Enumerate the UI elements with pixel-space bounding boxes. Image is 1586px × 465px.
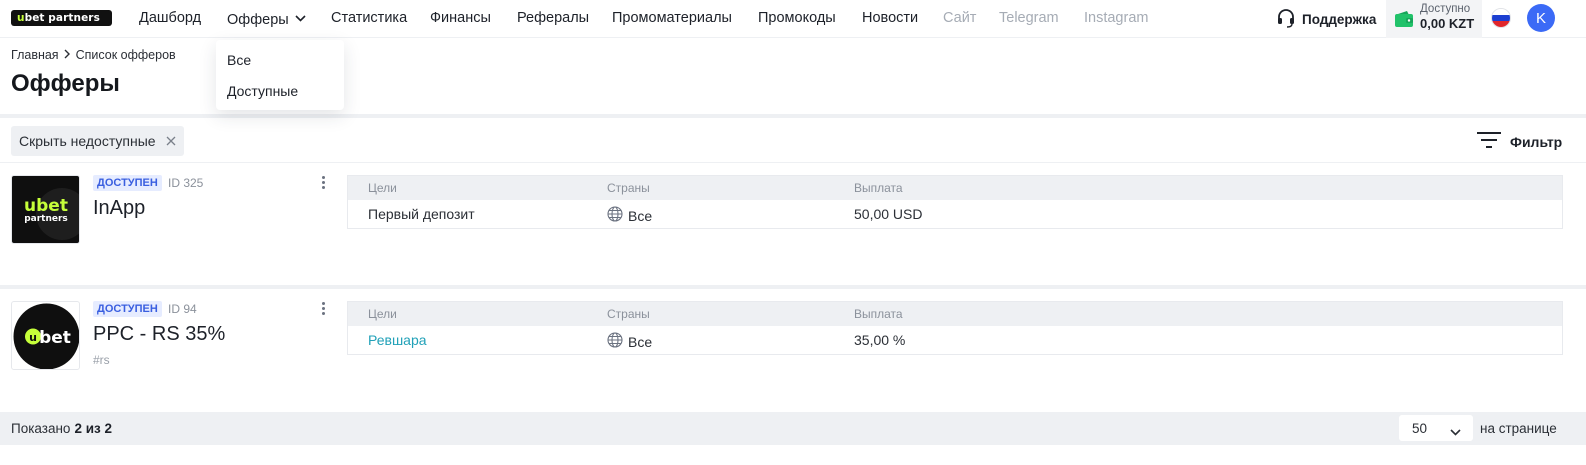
filter-button[interactable]: Фильтр: [1476, 130, 1562, 153]
offer-logo-ubet-partners[interactable]: ubet partners: [11, 175, 80, 244]
breadcrumb-home[interactable]: Главная: [11, 48, 59, 62]
logo-u: u: [17, 12, 25, 24]
offer-logo-text: bet: [39, 328, 71, 348]
support-button[interactable]: Поддержка: [1276, 8, 1376, 31]
globe-icon: [607, 206, 623, 225]
goal-cell: Первый депозит: [368, 206, 475, 222]
wallet-amount: 0,00 KZT: [1420, 16, 1475, 31]
user-avatar[interactable]: K: [1527, 4, 1555, 32]
page-title: Офферы: [11, 70, 120, 97]
top-navigation: u bet partners Дашборд Офферы Статистика …: [0, 0, 1586, 38]
headset-icon: [1276, 8, 1296, 31]
chevron-right-icon: [64, 48, 71, 62]
svg-text:u: u: [29, 331, 37, 344]
divider: [0, 285, 1586, 289]
status-badge: ДОСТУПЕН: [93, 175, 162, 191]
goal-link[interactable]: Ревшара: [368, 332, 427, 348]
offer-id: ID 325: [168, 176, 204, 190]
column-header-payout: Выплата: [854, 181, 903, 195]
wallet-icon: [1394, 9, 1414, 32]
offer-name[interactable]: InApp: [93, 197, 145, 220]
nav-offers-label: Офферы: [227, 12, 289, 28]
country-value: Все: [628, 333, 653, 350]
offer-logo-text-bottom: partners: [24, 214, 68, 224]
divider: [0, 114, 1586, 118]
close-icon[interactable]: [166, 133, 176, 149]
wallet-balance[interactable]: Доступно 0,00 KZT: [1386, 0, 1482, 38]
column-header-countries: Страны: [607, 181, 650, 195]
country-cell: Все: [607, 206, 652, 225]
chevron-down-icon: [295, 10, 306, 26]
offers-dropdown-menu: Все Доступные: [216, 40, 344, 110]
nav-promo-codes[interactable]: Промокоды: [758, 10, 836, 26]
divider: [0, 162, 1586, 163]
shown-label: Показано: [11, 421, 71, 436]
shown-count: Показано 2 из 2: [11, 421, 112, 436]
filter-chip-hide-unavailable[interactable]: Скрыть недоступные: [11, 126, 184, 156]
wallet-label: Доступно: [1420, 3, 1471, 15]
menu-item-all[interactable]: Все: [227, 52, 251, 68]
column-header-payout: Выплата: [854, 307, 903, 321]
chevron-down-icon: [1450, 424, 1461, 439]
nav-dashboard[interactable]: Дашборд: [139, 10, 201, 26]
payout-cell: 35,00 %: [854, 332, 906, 348]
nav-news[interactable]: Новости: [862, 10, 918, 26]
filter-icon: [1476, 130, 1502, 153]
column-header-goals: Цели: [368, 181, 397, 195]
column-header-countries: Страны: [607, 307, 650, 321]
table-row: Ревшара Все 35,00 %: [348, 326, 1562, 354]
nav-finances[interactable]: Финансы: [430, 10, 491, 26]
goals-table-header: Цели Страны Выплата: [348, 176, 1562, 200]
offer-goals-table: Цели Страны Выплата Первый депозит Все 5…: [347, 175, 1563, 229]
per-page-label: на странице: [1480, 421, 1557, 436]
offer-logo-ubet[interactable]: u bet: [11, 301, 80, 370]
nav-promo-materials[interactable]: Промоматериалы: [612, 10, 732, 26]
per-page-value: 50: [1412, 420, 1428, 436]
nav-telegram[interactable]: Telegram: [999, 10, 1059, 26]
goals-table-header: Цели Страны Выплата: [348, 302, 1562, 326]
nav-offers[interactable]: Офферы: [227, 10, 306, 28]
payout-cell: 50,00 USD: [854, 206, 923, 222]
column-header-goals: Цели: [368, 307, 397, 321]
country-cell: Все: [607, 332, 652, 351]
offer-goals-table: Цели Страны Выплата Ревшара Все 35,00 %: [347, 301, 1563, 355]
more-options-icon[interactable]: [320, 302, 326, 316]
offer-logo-text-top: ubet: [24, 196, 68, 216]
filter-chip-label: Скрыть недоступные: [19, 133, 156, 149]
logo-text: bet partners: [24, 12, 100, 24]
pagination-bar: Показано 2 из 2 50 на странице: [0, 412, 1586, 445]
offer-tag: #rs: [93, 353, 110, 367]
breadcrumb-current: Список офферов: [75, 48, 176, 62]
offer-name[interactable]: PPC - RS 35%: [93, 323, 225, 346]
country-value: Все: [628, 207, 653, 224]
menu-item-available[interactable]: Доступные: [227, 83, 298, 99]
filter-button-label: Фильтр: [1510, 133, 1563, 150]
breadcrumb: Главная Список офферов: [11, 48, 176, 62]
nav-referrals[interactable]: Рефералы: [517, 10, 589, 26]
status-badge: ДОСТУПЕН: [93, 301, 162, 317]
nav-statistics[interactable]: Статистика: [331, 10, 407, 26]
shown-value: 2 из 2: [74, 421, 112, 436]
table-row: Первый депозит Все 50,00 USD: [348, 200, 1562, 228]
nav-instagram[interactable]: Instagram: [1084, 10, 1148, 26]
offer-id: ID 94: [168, 302, 197, 316]
globe-icon: [607, 332, 623, 351]
ubet-partners-logo[interactable]: u bet partners: [11, 10, 112, 26]
russian-flag-icon[interactable]: [1491, 8, 1511, 28]
more-options-icon[interactable]: [320, 176, 326, 190]
nav-site[interactable]: Сайт: [943, 10, 976, 26]
support-label: Поддержка: [1302, 12, 1377, 27]
per-page-select[interactable]: 50: [1399, 415, 1473, 441]
